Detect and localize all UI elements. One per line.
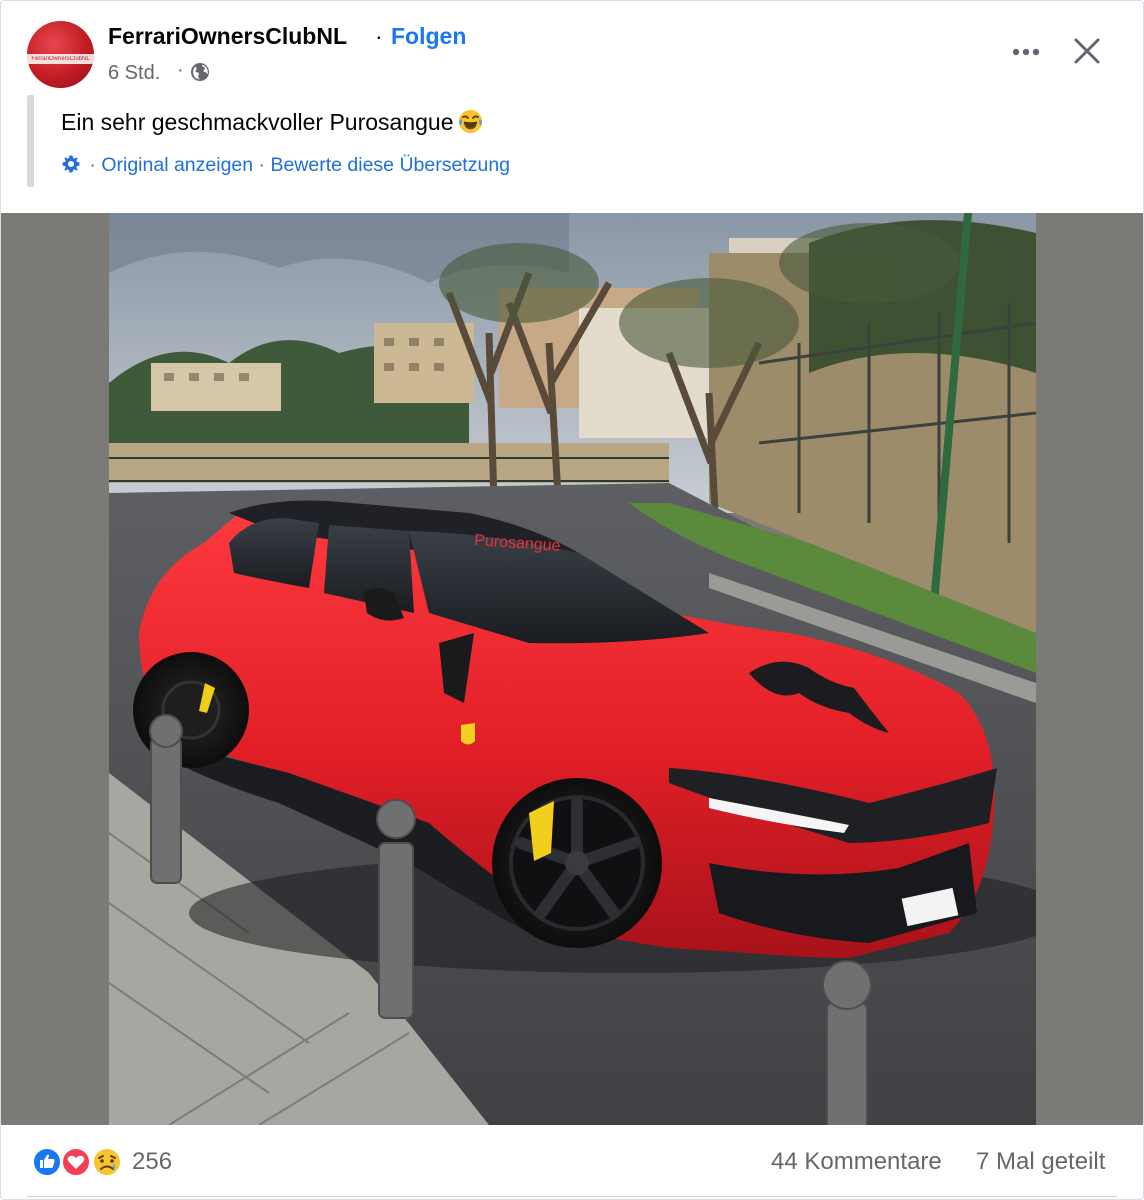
post-image-area[interactable]: Purosangue [1,213,1143,1125]
post-timestamp[interactable]: 6 Std. [108,62,160,85]
post-message: Ein sehr geschmackvoller Purosangue [61,109,454,135]
translation-separator: · [89,154,96,176]
reaction-count[interactable]: 256 [132,1148,172,1176]
more-horizontal-icon[interactable] [1008,34,1044,70]
globe-icon[interactable] [190,62,210,82]
footer-divider [27,1196,1117,1197]
like-icon [32,1147,62,1177]
meta-separator: · [177,59,184,81]
translation-row: · Original anzeigen · Bewerte diese Über… [61,154,510,177]
comments-link[interactable]: 44 Kommentare [771,1148,942,1176]
close-icon[interactable] [1069,33,1105,69]
show-original-link[interactable]: Original anzeigen [101,154,253,176]
page-avatar[interactable]: FerrariOwnersClubNL [27,21,94,88]
post-card: FerrariOwnersClubNL FerrariOwnersClubNL … [0,0,1144,1200]
reaction-icons[interactable] [31,1146,131,1178]
face-with-tears-of-joy-icon [459,109,483,134]
translation-separator: · [258,154,266,176]
header-separator: · [375,23,383,49]
post-photo[interactable]: Purosangue [109,213,1036,1125]
page-name[interactable]: FerrariOwnersClubNL [108,23,347,50]
follow-button[interactable]: Folgen [391,23,466,50]
sad-icon [92,1147,122,1177]
avatar-text: FerrariOwnersClubNL [31,56,90,62]
translation-quote-bar [27,95,34,187]
rate-translation-link[interactable]: Bewerte diese Übersetzung [270,154,510,176]
love-icon [61,1147,91,1177]
shares-link[interactable]: 7 Mal geteilt [976,1148,1105,1176]
gear-icon[interactable] [61,154,81,174]
post-text: Ein sehr geschmackvoller Purosangue [61,108,484,136]
